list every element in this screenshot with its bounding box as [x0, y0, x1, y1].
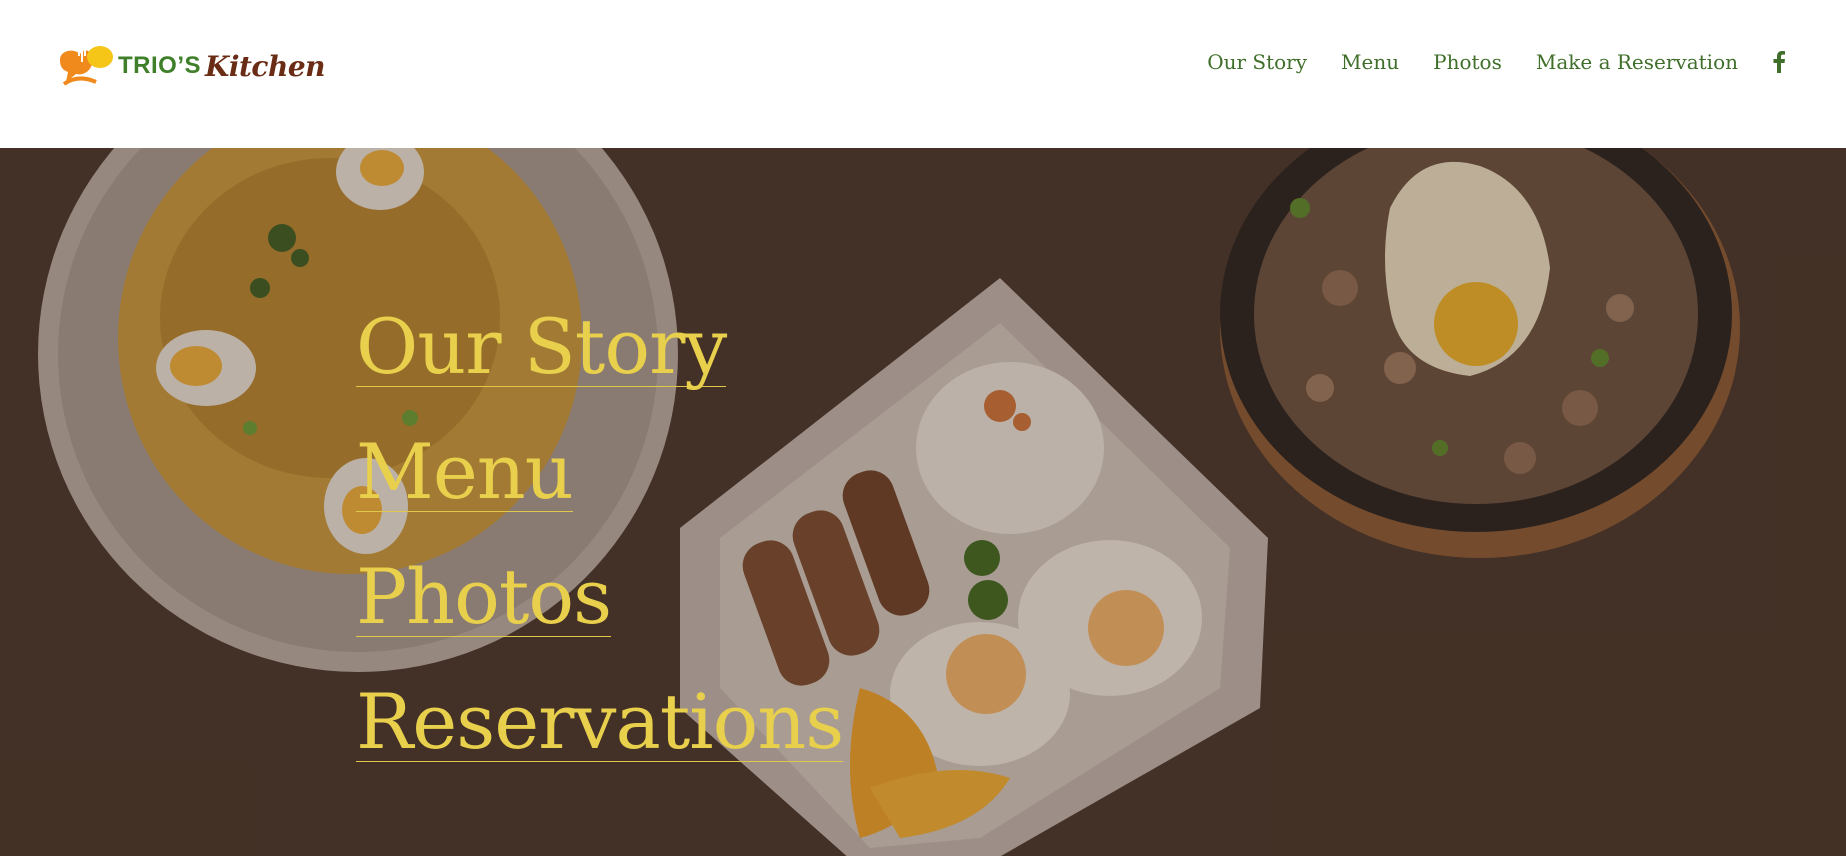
- nav-photos[interactable]: Photos: [1433, 50, 1502, 74]
- hero-dim-overlay: [0, 148, 1846, 856]
- hero-link-reservations[interactable]: Reservations: [356, 683, 844, 762]
- main-nav: Our Story Menu Photos Make a Reservation: [1173, 50, 1786, 74]
- nav-make-reservation[interactable]: Make a Reservation: [1536, 50, 1738, 74]
- nav-our-story[interactable]: Our Story: [1207, 50, 1307, 74]
- hero-link-our-story[interactable]: Our Story: [356, 308, 727, 387]
- brand-logo[interactable]: TRIO’S Kitchen: [56, 44, 325, 88]
- hero-links: Our Story Menu Photos Reservations: [356, 308, 844, 808]
- hero-section: Our Story Menu Photos Reservations: [0, 148, 1846, 856]
- brand-name-trios: TRIO’S: [118, 52, 202, 79]
- hero-link-photos[interactable]: Photos: [356, 558, 612, 637]
- logo-mark-icon: [56, 44, 114, 88]
- hero-link-menu[interactable]: Menu: [356, 433, 574, 512]
- nav-menu[interactable]: Menu: [1341, 50, 1399, 74]
- site-header: TRIO’S Kitchen Our Story Menu Photos Mak…: [0, 0, 1846, 148]
- brand-name-kitchen: Kitchen: [205, 49, 325, 83]
- facebook-icon[interactable]: [1772, 51, 1786, 73]
